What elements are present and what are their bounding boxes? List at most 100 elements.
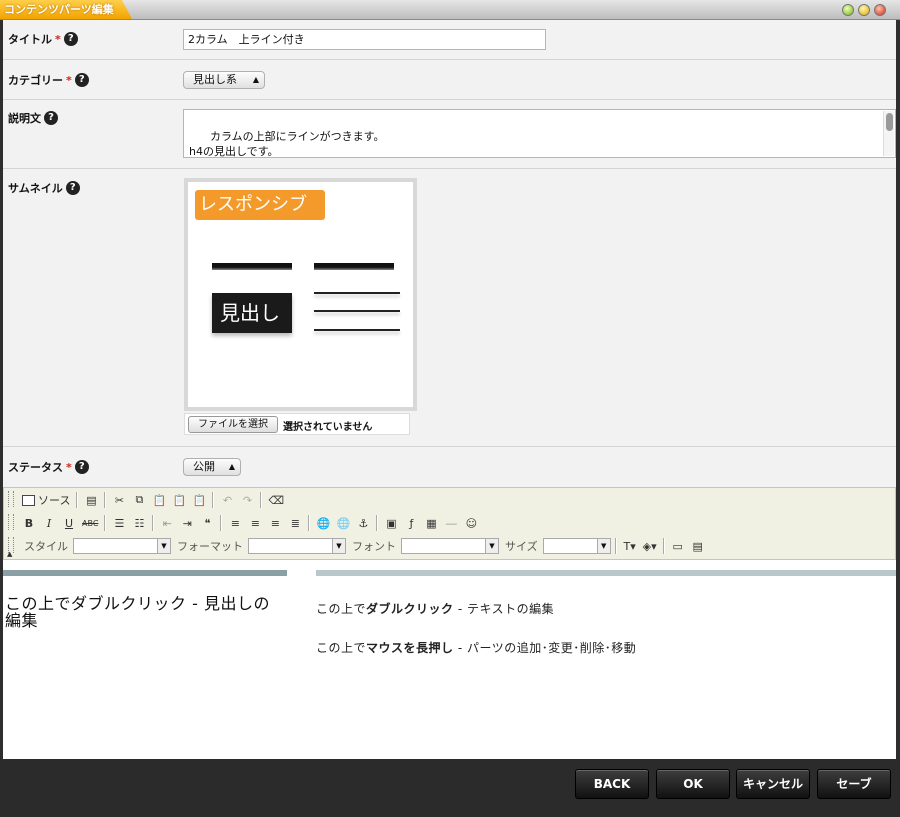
save-button[interactable]: セーブ — [817, 769, 891, 799]
scrollbar-thumb[interactable] — [886, 113, 893, 131]
toolbar-separator — [212, 492, 215, 508]
paste-icon[interactable]: 📋 — [150, 491, 168, 509]
toolbar-grip[interactable] — [8, 491, 14, 507]
description-textarea[interactable]: カラムの上部にラインがつきます。 h4の見出しです。 ※見出しは改行、複数行に対… — [183, 109, 896, 158]
text-line — [314, 310, 400, 312]
help-icon[interactable]: ? — [63, 32, 78, 46]
blockquote-icon[interactable]: ❝ — [198, 514, 216, 532]
hint-action: ダブルクリック — [366, 602, 454, 616]
text-color-icon[interactable]: T▾ — [621, 537, 639, 555]
strike-icon[interactable]: ABC — [80, 514, 100, 532]
title-label: タイトル — [8, 33, 52, 46]
help-icon[interactable]: ? — [65, 181, 80, 195]
heading-sample: 見出し — [212, 293, 292, 333]
status-select[interactable]: 公開 ▲ — [183, 458, 241, 476]
column-top-line-left — [212, 263, 292, 270]
chevron-down-icon: ▼ — [157, 539, 170, 553]
category-label: カテゴリー — [8, 74, 63, 87]
flash-icon[interactable]: ƒ — [402, 514, 420, 532]
eraser-icon[interactable]: ⌫ — [266, 491, 286, 509]
thumbnail-row: サムネイル ? — [3, 169, 896, 447]
anchor-icon[interactable]: ⚓ — [354, 514, 372, 532]
maximize-icon[interactable]: ▭ — [669, 537, 687, 555]
toolbar-separator — [220, 515, 223, 531]
category-row: カテゴリー * ? 見出し系 ▲ — [3, 60, 896, 100]
size-label: サイズ — [505, 540, 538, 553]
source-icon — [22, 494, 35, 506]
parts-edit-hint[interactable]: この上でマウスを長押し - パーツの追加･変更･削除･移動 — [316, 639, 636, 656]
title-label-group: タイトル * ? — [8, 31, 78, 47]
right-column-top-line — [316, 570, 896, 576]
text-edit-hint[interactable]: この上でダブルクリック - テキストの編集 — [316, 600, 554, 617]
hint-suffix: - テキストの編集 — [453, 602, 555, 616]
minimize-button[interactable] — [842, 4, 854, 16]
bg-color-icon[interactable]: ◈▾ — [641, 537, 659, 555]
title-input[interactable]: 2カラム 上ライン付き — [183, 29, 546, 50]
back-button[interactable]: BACK — [575, 769, 649, 799]
redo-icon[interactable]: ↷ — [238, 491, 256, 509]
font-label: フォント — [352, 540, 396, 553]
italic-icon[interactable]: I — [40, 514, 58, 532]
unlink-icon[interactable]: 🌐 — [334, 514, 352, 532]
copy-icon[interactable]: ⧉ — [130, 491, 148, 509]
category-selected: 見出し系 — [193, 73, 237, 86]
thumbnail-preview: レスポンシブ 見出し — [184, 178, 417, 411]
file-chooser: ファイルを選択 選択されていません — [184, 413, 410, 435]
show-blocks-icon[interactable]: ▤ — [689, 537, 707, 555]
help-icon[interactable]: ? — [74, 460, 89, 474]
status-selected: 公開 — [193, 460, 215, 473]
maximize-button[interactable] — [858, 4, 870, 16]
editor-canvas[interactable]: この上でダブルクリック - 見出しの編集 この上でダブルクリック - テキストの… — [3, 560, 896, 759]
align-center-icon[interactable]: ≡ — [246, 514, 264, 532]
align-left-icon[interactable]: ≡ — [226, 514, 244, 532]
paste-special-icon[interactable]: 📋 — [190, 491, 208, 509]
hint-action: マウスを長押し — [366, 641, 454, 655]
textarea-scrollbar[interactable] — [883, 111, 894, 156]
table-icon[interactable]: ▦ — [422, 514, 440, 532]
description-label-group: 説明文 ? — [8, 110, 58, 126]
help-icon[interactable]: ? — [44, 111, 58, 125]
source-label: ソース — [38, 494, 71, 507]
bullet-list-icon[interactable]: ☷ — [130, 514, 148, 532]
source-button[interactable]: ソース — [20, 491, 72, 509]
help-icon[interactable]: ? — [74, 73, 89, 87]
choose-file-button[interactable]: ファイルを選択 — [188, 416, 278, 433]
ordered-list-icon[interactable]: ☰ — [110, 514, 128, 532]
category-label-group: カテゴリー * ? — [8, 72, 89, 88]
cancel-button[interactable]: キャンセル — [736, 769, 810, 799]
link-icon[interactable]: 🌐 — [314, 514, 332, 532]
editor-toolbar: ソース ▤ ✂ ⧉ 📋 📋 📋 ↶ ↷ ⌫ B I U ABC ☰ ☷ ⇤ ⇥ … — [3, 487, 896, 560]
toolbar-separator — [308, 515, 311, 531]
underline-icon[interactable]: U — [60, 514, 78, 532]
chevron-down-icon: ▼ — [485, 539, 498, 553]
title-bar[interactable]: コンテンツパーツ編集 — [0, 0, 900, 20]
size-combo[interactable]: ▼ — [542, 538, 611, 554]
format-combo[interactable]: ▼ — [248, 538, 346, 554]
hint-suffix: - パーツの追加･変更･削除･移動 — [453, 641, 637, 655]
outdent-icon[interactable]: ⇤ — [158, 514, 176, 532]
toolbar-row-3: スタイル ▼ フォーマット ▼ フォント ▼ サイズ ▼ T▾ ◈▾ ▭ ▤ — [20, 536, 707, 556]
ok-button[interactable]: OK — [656, 769, 730, 799]
collapse-toolbar-icon[interactable]: ▲ — [7, 550, 12, 558]
image-icon[interactable]: ▣ — [382, 514, 400, 532]
toolbar-grip[interactable] — [8, 514, 14, 530]
indent-icon[interactable]: ⇥ — [178, 514, 196, 532]
category-select[interactable]: 見出し系 ▲ — [183, 71, 265, 89]
toolbar-row-1: ソース ▤ ✂ ⧉ 📋 📋 📋 ↶ ↷ ⌫ — [20, 490, 286, 510]
heading-placeholder[interactable]: この上でダブルクリック - 見出しの編集 — [5, 595, 285, 629]
paste-text-icon[interactable]: ▤ — [82, 491, 100, 509]
hr-icon[interactable]: ― — [442, 514, 460, 532]
description-label: 説明文 — [8, 112, 41, 125]
font-combo[interactable]: ▼ — [401, 538, 499, 554]
style-combo[interactable]: ▼ — [73, 538, 171, 554]
justify-icon[interactable]: ≣ — [286, 514, 304, 532]
align-right-icon[interactable]: ≡ — [266, 514, 284, 532]
left-column-top-line — [3, 570, 287, 576]
required-mark: * — [66, 73, 72, 87]
smiley-icon[interactable]: ☺ — [462, 514, 480, 532]
paste-word-icon[interactable]: 📋 — [170, 491, 188, 509]
close-button[interactable] — [874, 4, 886, 16]
undo-icon[interactable]: ↶ — [218, 491, 236, 509]
bold-icon[interactable]: B — [20, 514, 38, 532]
cut-icon[interactable]: ✂ — [110, 491, 128, 509]
